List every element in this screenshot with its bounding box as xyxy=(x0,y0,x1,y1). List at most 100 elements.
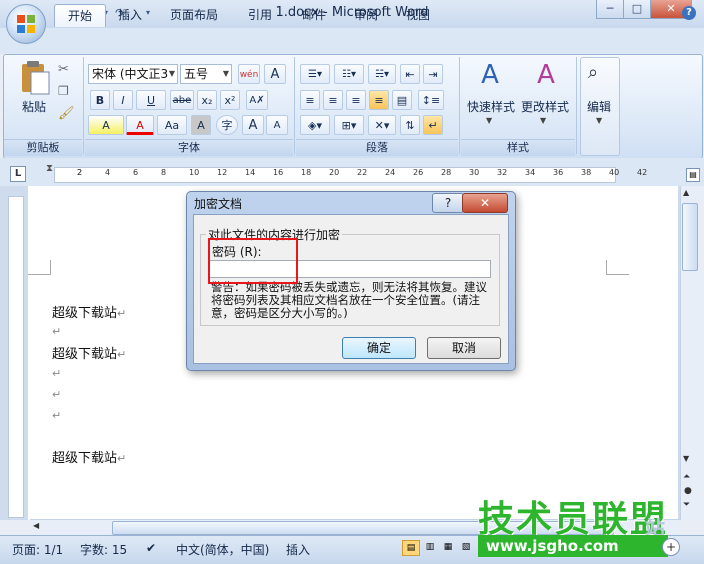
bullets-icon[interactable]: ☰▾ xyxy=(300,64,330,84)
strikethrough-button[interactable]: abe xyxy=(170,90,194,110)
ruler-tick: 34 xyxy=(525,168,536,177)
next-page-icon[interactable]: ⏷ xyxy=(683,500,690,510)
view-ruler-icon[interactable]: ▤ xyxy=(686,168,700,182)
select-browse-object-icon[interactable]: ● xyxy=(684,486,692,496)
clear-formatting-icon[interactable]: A✗ xyxy=(246,90,268,110)
document-paragraph[interactable]: ↵ xyxy=(52,387,61,402)
dialog-close-button[interactable]: ✕ xyxy=(462,193,508,213)
shading-icon[interactable]: ◈▾ xyxy=(300,115,330,135)
ruler-tick: 24 xyxy=(385,168,396,177)
font-size-combo[interactable]: 五号 ▼ xyxy=(180,64,232,84)
tab-references[interactable]: 引用 xyxy=(240,4,280,26)
cancel-button[interactable]: 取消 xyxy=(427,337,501,359)
highlight-color-button[interactable]: A xyxy=(88,115,124,135)
multilevel-list-icon[interactable]: ☵▾ xyxy=(368,64,396,84)
phonetic-guide-icon[interactable]: wén xyxy=(238,64,260,84)
align-right-icon[interactable]: ≡ xyxy=(346,90,366,110)
scroll-up-icon[interactable]: ▲ xyxy=(683,188,689,197)
scroll-left-icon[interactable]: ◀ xyxy=(33,521,39,530)
chinese-layout-icon[interactable]: ✕▾ xyxy=(368,115,396,135)
bold-button[interactable]: B xyxy=(90,90,110,110)
ruler-tick: 10 xyxy=(189,168,200,177)
justify-icon[interactable]: ≡ xyxy=(369,90,389,110)
numbering-icon[interactable]: ☷▾ xyxy=(334,64,364,84)
zoom-in-icon[interactable]: + xyxy=(662,538,680,556)
outline-view-icon[interactable]: ▧ xyxy=(458,540,474,554)
document-paragraph[interactable]: 超级下载站↵ xyxy=(52,302,126,321)
tab-selector[interactable]: L xyxy=(10,166,26,182)
sort-icon[interactable]: ⇅ xyxy=(400,115,420,135)
tab-insert[interactable]: 插入 xyxy=(110,4,150,26)
horizontal-ruler[interactable]: 2 2 4 6 8 10 12 14 16 18 20 22 24 26 28 30 32 34 36 38 40 42 xyxy=(54,167,647,183)
change-styles-button[interactable]: 更改样式 xyxy=(518,98,572,115)
copy-icon[interactable]: ❐ xyxy=(58,84,74,100)
paste-button[interactable]: 粘贴 xyxy=(14,98,54,115)
shrink-font-button[interactable]: A xyxy=(266,115,288,135)
ok-button[interactable]: 确定 xyxy=(342,337,416,359)
cut-icon[interactable]: ✂ xyxy=(58,62,74,78)
enclose-characters-button[interactable]: 字 xyxy=(216,115,238,135)
dialog-help-button[interactable]: ? xyxy=(432,193,464,213)
vertical-ruler[interactable] xyxy=(8,196,24,518)
watermark-url: www.jsgho.com xyxy=(486,537,619,555)
insert-mode-status[interactable]: 插入 xyxy=(286,541,310,558)
font-color-button[interactable]: A xyxy=(126,115,154,135)
clipboard-group-label: 剪贴板 xyxy=(4,139,82,156)
office-button[interactable] xyxy=(6,4,46,44)
proofing-icon[interactable]: ✔ xyxy=(146,541,156,555)
character-shading-button[interactable]: A xyxy=(191,115,211,135)
font-name-combo[interactable]: 宋体 (中文正3 ▼ xyxy=(88,64,178,84)
italic-button[interactable]: I xyxy=(113,90,133,110)
language-status[interactable]: 中文(简体，中国) xyxy=(176,541,269,558)
help-icon[interactable]: ? xyxy=(682,6,696,20)
full-screen-reading-icon[interactable]: ▥ xyxy=(422,540,438,554)
format-painter-icon[interactable]: 🖌 xyxy=(58,106,75,122)
indent-marker-icon[interactable]: ⧗ xyxy=(46,163,53,174)
tab-view[interactable]: 视图 xyxy=(398,4,438,26)
word-count[interactable]: 字数: 15 xyxy=(80,541,127,558)
tab-home[interactable]: 开始 xyxy=(54,4,106,27)
align-left-icon[interactable]: ≡ xyxy=(300,90,320,110)
line-spacing-icon[interactable]: ↕≡ xyxy=(418,90,444,110)
paste-icon[interactable] xyxy=(18,60,52,96)
document-paragraph[interactable]: ↵ xyxy=(52,324,61,339)
quick-styles-icon[interactable]: A xyxy=(472,60,508,90)
increase-indent-icon[interactable]: ⇥ xyxy=(423,64,443,84)
borders-icon[interactable]: ⊞▾ xyxy=(334,115,364,135)
document-paragraph[interactable]: ↵ xyxy=(52,408,61,423)
quick-styles-button[interactable]: 快速样式 xyxy=(464,98,518,115)
minimize-button[interactable]: ─ xyxy=(596,0,624,19)
chevron-down-icon: ▼ xyxy=(596,116,603,125)
tab-page-layout[interactable]: 页面布局 xyxy=(164,4,224,26)
distributed-icon[interactable]: ▤ xyxy=(392,90,412,110)
document-paragraph[interactable]: 超级下载站↵ xyxy=(52,343,126,362)
align-center-icon[interactable]: ≡ xyxy=(323,90,343,110)
paragraph-mark: ↵ xyxy=(52,388,62,401)
scroll-down-icon[interactable]: ▼ xyxy=(683,454,689,463)
web-layout-icon[interactable]: ▦ xyxy=(440,540,456,554)
show-marks-icon[interactable]: ↵ xyxy=(423,115,443,135)
change-case-button[interactable]: Aa xyxy=(157,115,187,135)
character-border-icon[interactable]: A xyxy=(264,64,286,84)
vertical-scroll-thumb[interactable] xyxy=(682,203,698,271)
tab-review[interactable]: 审阅 xyxy=(346,4,386,26)
superscript-button[interactable]: x² xyxy=(220,90,240,110)
chevron-down-icon: ▼ xyxy=(540,116,547,125)
ruler-tick: 12 xyxy=(217,168,228,177)
document-paragraph[interactable]: 超级下载站↵ xyxy=(52,447,126,466)
chevron-down-icon: ▼ xyxy=(486,116,493,125)
underline-button[interactable]: U xyxy=(136,90,166,110)
print-layout-icon[interactable]: ▤ xyxy=(402,540,420,556)
ruler-tick: 2 xyxy=(77,168,83,177)
document-paragraph[interactable]: ↵ xyxy=(52,366,61,381)
change-styles-icon[interactable]: A xyxy=(528,60,564,90)
decrease-indent-icon[interactable]: ⇤ xyxy=(400,64,420,84)
grow-font-button[interactable]: A xyxy=(242,115,264,135)
page-count[interactable]: 页面: 1/1 xyxy=(12,541,63,558)
maximize-button[interactable]: □ xyxy=(623,0,651,19)
office-logo-icon xyxy=(17,15,35,33)
binoculars-icon: ⌕ xyxy=(588,62,599,83)
subscript-button[interactable]: x₂ xyxy=(197,90,217,110)
tab-mailings[interactable]: 邮件 xyxy=(294,4,334,26)
previous-page-icon[interactable]: ⏶ xyxy=(683,472,690,482)
